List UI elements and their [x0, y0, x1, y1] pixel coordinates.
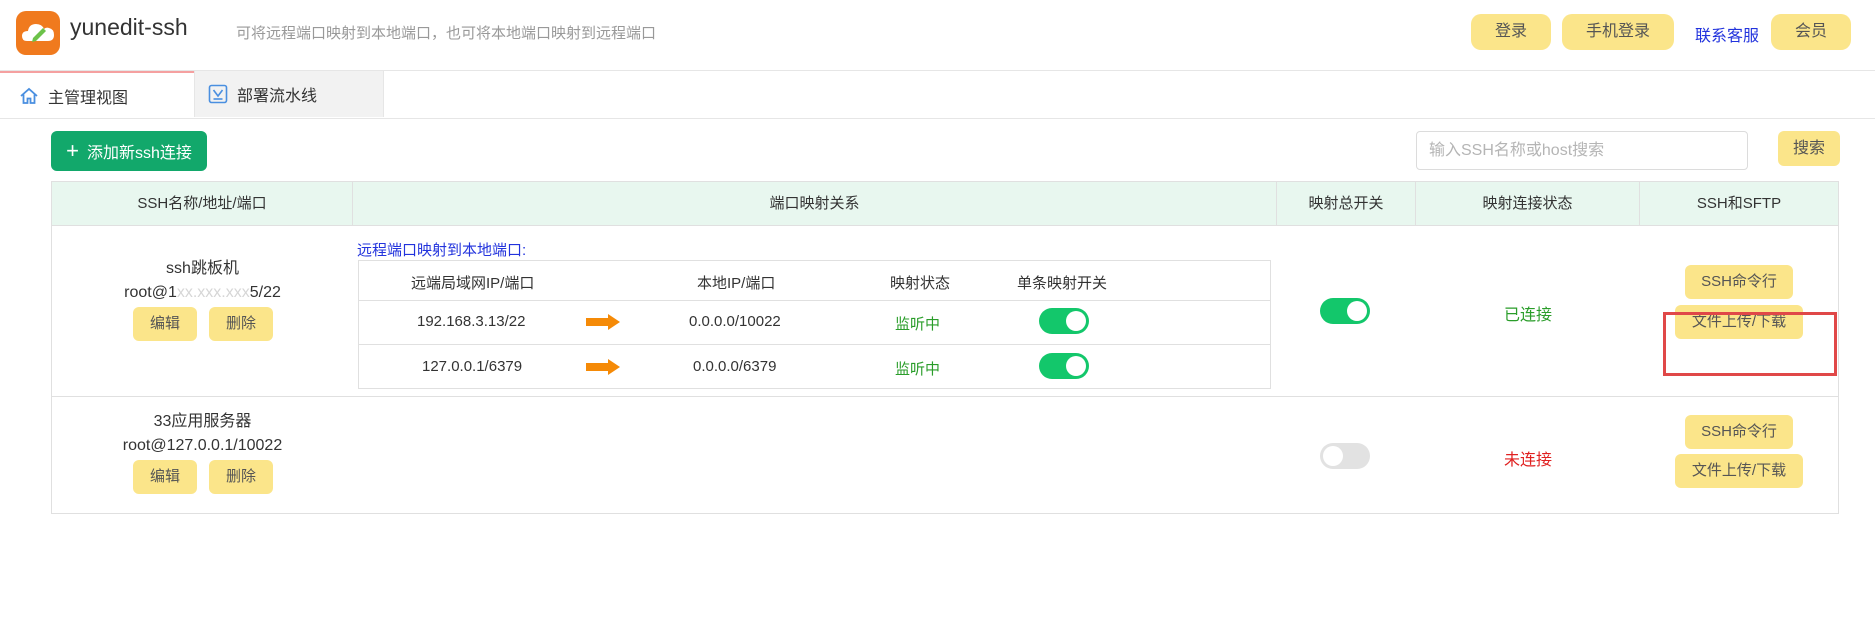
search-button[interactable]: 搜索 [1778, 131, 1840, 166]
mapping-remote: 127.0.0.1/6379 [422, 358, 523, 375]
mapping-toggle[interactable] [1039, 308, 1089, 334]
column-header-connection-status: 映射连接状态 [1416, 182, 1640, 225]
mapping-toggle[interactable] [1039, 353, 1089, 379]
mapping-header-status: 映射状态 [890, 275, 951, 292]
mapping-header-remote: 远端局域网IP/端口 [411, 275, 535, 292]
plus-icon: + [66, 138, 79, 163]
mapping-local: 0.0.0.0/10022 [689, 313, 781, 330]
column-header-master-switch: 映射总开关 [1277, 182, 1416, 225]
port-mapping-header: 远端局域网IP/端口 本地IP/端口 映射状态 单条映射开关 [359, 261, 1270, 301]
add-ssh-connection-button[interactable]: + 添加新ssh连接 [51, 131, 207, 171]
mapping-section-title: 远程端口映射到本地端口: [357, 242, 527, 259]
ssh-name: 33应用服务器 [153, 413, 252, 430]
port-mapping-table: 远端局域网IP/端口 本地IP/端口 映射状态 单条映射开关 192.168.3… [358, 260, 1271, 389]
mapping-remote: 192.168.3.13/22 [417, 313, 526, 330]
pipeline-icon [208, 84, 228, 104]
toggle-knob [1347, 301, 1367, 321]
tab-pipeline-label: 部署流水线 [237, 88, 318, 105]
ssh-address: root@1xx.xxx.xxx5/22 [52, 284, 353, 302]
mapping-row: 127.0.0.1/6379 0.0.0.0/6379 监听中 [359, 345, 1270, 389]
mapping-local: 0.0.0.0/6379 [693, 358, 777, 375]
ssh-address-suffix: 5/22 [249, 284, 281, 301]
add-ssh-connection-label: 添加新ssh连接 [86, 145, 192, 162]
sftp-transfer-button[interactable]: 文件上传/下载 [1675, 454, 1803, 488]
app-logo-icon [16, 11, 60, 55]
delete-button[interactable]: 删除 [209, 460, 273, 494]
ssh-name: ssh跳板机 [166, 260, 239, 277]
toggle-knob [1066, 356, 1086, 376]
tab-pipeline[interactable]: 部署流水线 [194, 71, 384, 117]
master-mapping-switch[interactable] [1320, 298, 1370, 324]
tab-bar: 主管理视图 部署流水线 [0, 71, 1875, 119]
tab-main-view[interactable]: 主管理视图 [0, 71, 194, 119]
contact-support-link[interactable]: 联系客服 [1695, 22, 1759, 46]
tab-main-view-label: 主管理视图 [48, 90, 129, 107]
home-icon [20, 87, 38, 104]
delete-button[interactable]: 删除 [209, 307, 273, 341]
connection-status: 已连接 [1503, 307, 1552, 324]
highlight-box [1663, 312, 1837, 376]
column-header-ssh: SSH名称/地址/端口 [52, 182, 353, 225]
table-row: ssh跳板机 root@1xx.xxx.xxx5/22 编辑 删除 远程端口映射… [52, 225, 1838, 397]
arrow-right-icon [586, 359, 620, 375]
toggle-knob [1323, 446, 1343, 466]
ssh-terminal-button[interactable]: SSH命令行 [1685, 265, 1793, 299]
mapping-row: 192.168.3.13/22 0.0.0.0/10022 监听中 [359, 300, 1270, 345]
table-row: 33应用服务器 root@127.0.0.1/10022 编辑 删除 未连接 S… [52, 397, 1838, 514]
table-header: SSH名称/地址/端口 端口映射关系 映射总开关 映射连接状态 SSH和SFTP [52, 182, 1838, 226]
arrow-right-icon [586, 314, 620, 330]
toggle-knob [1066, 311, 1086, 331]
column-header-ssh-sftp: SSH和SFTP [1696, 195, 1782, 212]
ssh-address-prefix: root@1 [124, 284, 177, 301]
ssh-terminal-button[interactable]: SSH命令行 [1685, 415, 1793, 449]
edit-button[interactable]: 编辑 [133, 307, 197, 341]
mapping-header-local: 本地IP/端口 [697, 275, 776, 292]
app-title: yunedit-ssh [70, 14, 188, 40]
app-header: yunedit-ssh 可将远程端口映射到本地端口，也可将本地端口映射到远程端口… [0, 0, 1875, 71]
login-button[interactable]: 登录 [1471, 14, 1551, 50]
column-header-port-mapping: 端口映射关系 [353, 182, 1277, 225]
member-button[interactable]: 会员 [1771, 14, 1851, 50]
search-input[interactable] [1416, 131, 1748, 170]
master-mapping-switch[interactable] [1320, 443, 1370, 469]
app-description: 可将远程端口映射到本地端口，也可将本地端口映射到远程端口 [236, 25, 657, 42]
edit-button[interactable]: 编辑 [133, 460, 197, 494]
ssh-address-masked: xx.xxx.xxx [176, 284, 250, 301]
phone-login-button[interactable]: 手机登录 [1562, 14, 1674, 50]
ssh-connections-table: SSH名称/地址/端口 端口映射关系 映射总开关 映射连接状态 SSH和SFTP… [51, 181, 1839, 514]
connection-status: 未连接 [1503, 452, 1552, 469]
mapping-header-switch: 单条映射开关 [1017, 275, 1108, 292]
ssh-address: root@127.0.0.1/10022 [122, 437, 283, 454]
mapping-status: 监听中 [895, 361, 941, 378]
mapping-status: 监听中 [895, 316, 941, 333]
